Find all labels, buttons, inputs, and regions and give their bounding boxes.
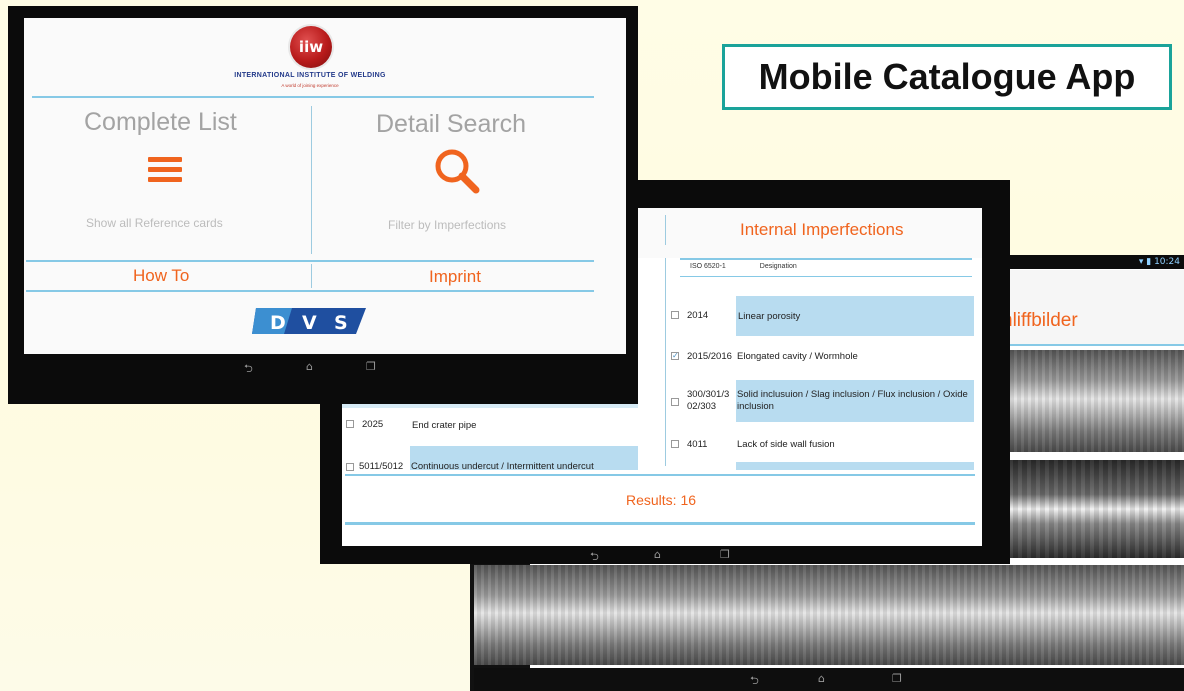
weld-photo[interactable] [1000,460,1184,558]
menu-icon [148,157,182,183]
row-name[interactable]: Linear porosity [738,311,800,322]
iiw-logo: iiw [290,26,332,68]
row-name[interactable]: Lack of side wall fusion [737,439,835,450]
tile-subtitle: Show all Reference cards [86,216,223,230]
tile-title: Complete List [84,108,237,136]
tile-title: Detail Search [376,110,527,138]
weld-photo[interactable] [1000,350,1184,452]
divider [665,258,666,466]
row-highlight [736,462,974,470]
row-checkbox[interactable] [346,463,354,471]
how-to-link[interactable]: How To [133,266,189,286]
divider [665,215,666,245]
divider [1000,344,1184,346]
svg-text:S: S [334,312,348,334]
dvs-logo: D V S [252,306,370,336]
row-checkbox[interactable] [671,311,679,319]
back-icon[interactable]: ⮌ [590,548,599,567]
results-count: Results: 16 [626,492,697,508]
divider [32,96,594,98]
row-name[interactable]: End crater pipe [412,420,476,431]
tile-subtitle: Filter by Imperfections [388,218,507,232]
home-icon[interactable]: ⌂ [306,360,313,373]
weld-photo[interactable] [474,565,1184,665]
row-code: 300/301/3 02/303 [687,389,730,412]
search-icon [435,149,480,194]
list-heading: Internal Imperfections [740,220,904,239]
back-icon[interactable]: ⮌ [750,672,759,691]
row-checkbox[interactable]: ✓ [671,352,679,360]
nav-bar: ⮌ ⌂ ❐ [570,548,750,563]
photos-heading: hliffbilder [1002,310,1078,331]
row-code: 4011 [687,439,708,450]
home-icon[interactable]: ⌂ [818,672,825,685]
divider [345,522,975,525]
photos-header [1000,270,1184,346]
divider [311,106,312,254]
svg-text:D: D [270,312,286,334]
row-checkbox[interactable] [671,398,679,406]
row-name[interactable]: Elongated cavity / Wormhole [737,351,858,362]
divider [311,264,312,288]
row-checkbox[interactable] [346,420,354,428]
column-headers: ISO 6520-1 Designation [690,263,797,270]
row-name[interactable]: Continuous undercut / Intermittent under… [411,461,637,472]
column-designation: Designation [759,263,797,270]
row-code: 2025 [362,419,384,430]
divider [345,474,975,476]
row-code: 2015/2016 [687,351,732,362]
status-time: 10:24 [1154,257,1180,267]
row-code: 2014 [687,310,709,321]
svg-text:V: V [302,312,317,334]
recents-icon[interactable]: ❐ [720,548,730,561]
back-icon[interactable]: ⮌ [244,360,253,379]
dvs-logo-graphic: D V S [252,308,366,334]
imprint-link[interactable]: Imprint [429,267,481,287]
recents-icon[interactable]: ❐ [366,360,376,373]
divider [680,276,972,277]
home-icon[interactable]: ⌂ [654,548,661,561]
logo-name: INTERNATIONAL INSTITUTE OF WELDING [234,72,386,79]
recents-icon[interactable]: ❐ [892,672,902,685]
column-code: ISO 6520-1 [690,263,726,270]
divider [26,290,594,292]
row-name[interactable]: Solid inclusuion / Slag inclusion / Flux… [737,389,981,413]
divider [680,258,972,260]
logo-tagline: A world of joining experience [281,83,339,88]
status-bar: ▾ ▮ 10:24 [1000,255,1184,269]
nav-bar: ⮌ ⌂ ❐ [474,668,1184,691]
nav-bar: ⮌ ⌂ ❐ [230,360,410,375]
divider [26,260,594,262]
row-code: 5011/5012 [359,461,404,472]
page-title: Mobile Catalogue App [722,44,1172,110]
row-checkbox[interactable] [671,440,679,448]
